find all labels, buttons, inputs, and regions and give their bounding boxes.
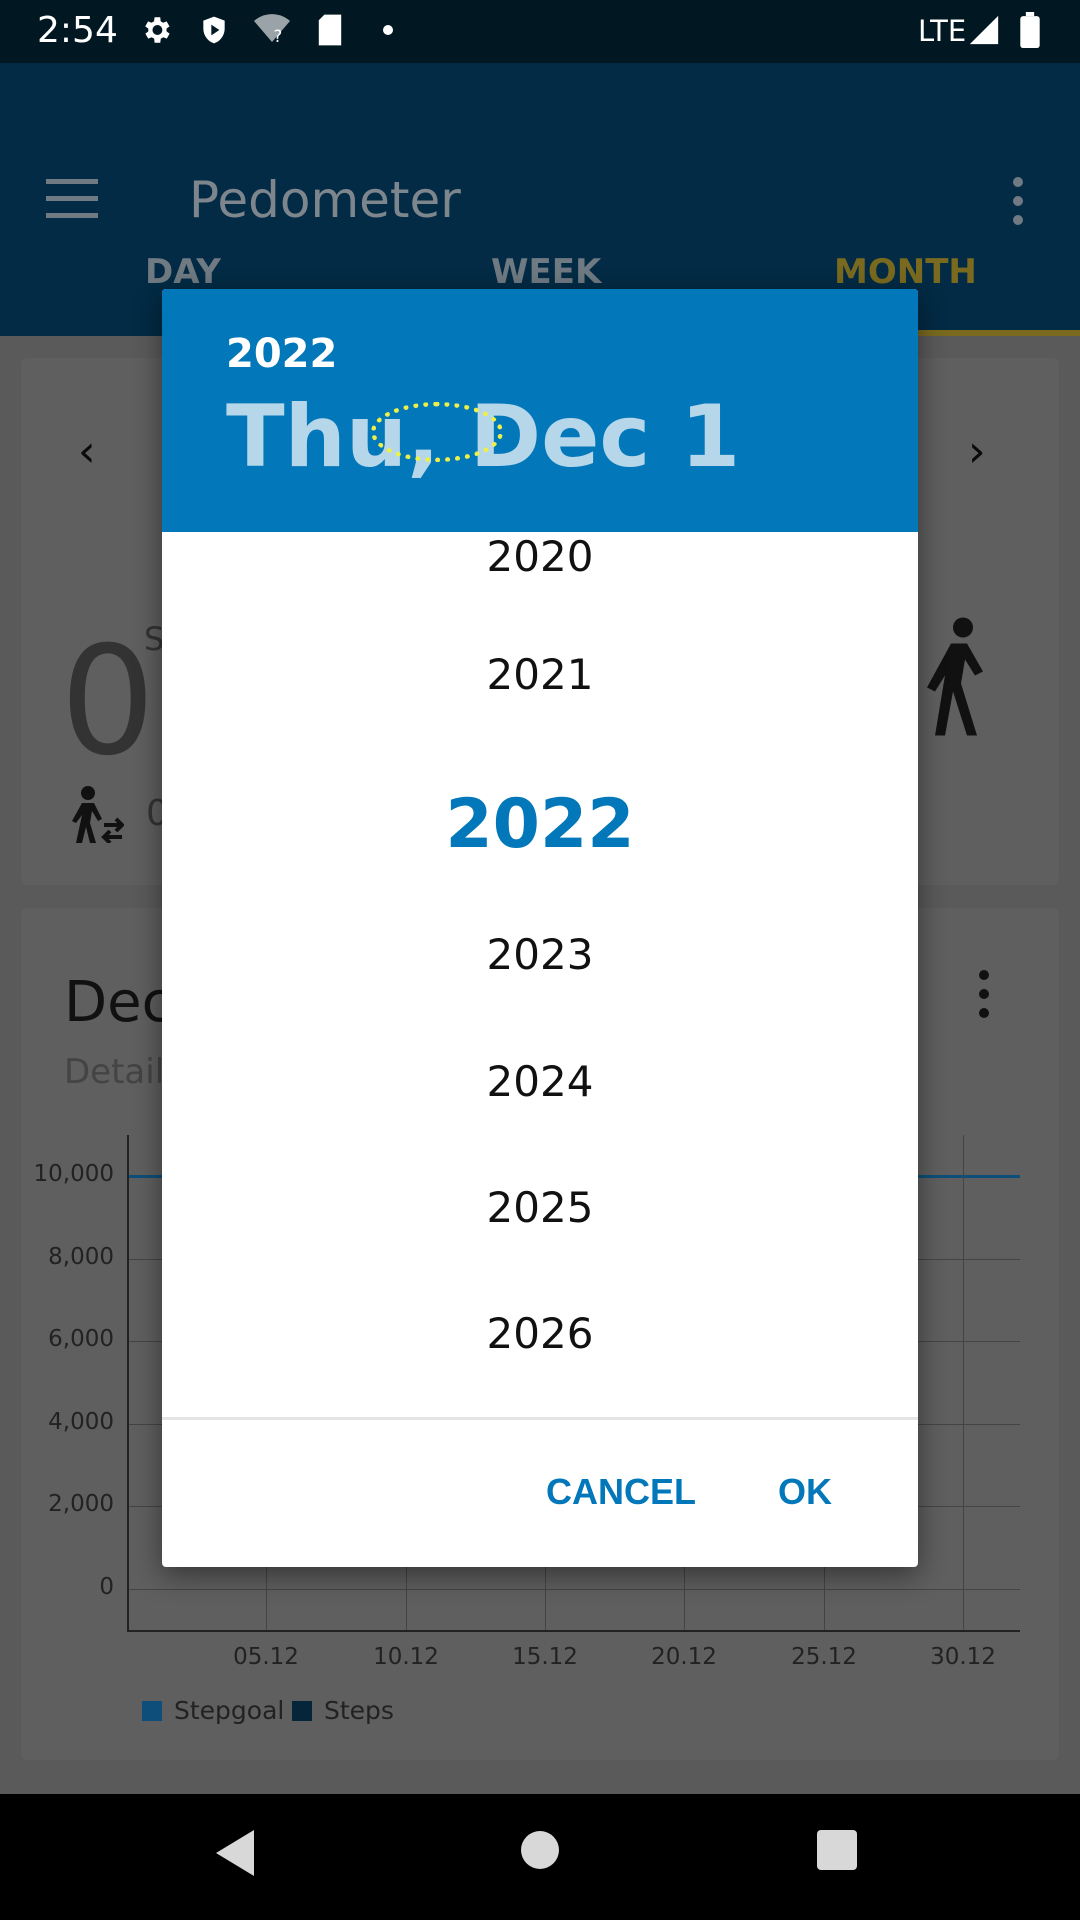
shield-icon (196, 12, 232, 48)
year-list[interactable]: 2020 2021 2022 2023 2024 2025 2026 (162, 532, 918, 1408)
year-item[interactable]: 2025 (162, 1183, 918, 1232)
status-bar: 2:54 ? LTE (0, 0, 1080, 63)
cancel-button[interactable]: CANCEL (546, 1471, 696, 1513)
header-year[interactable]: 2022 (226, 331, 337, 377)
year-item-selected[interactable]: 2022 (162, 785, 918, 864)
recents-icon[interactable] (817, 1830, 857, 1870)
wifi-unknown-icon: ? (254, 12, 290, 48)
dialog-divider (162, 1417, 918, 1420)
year-item[interactable]: 2023 (162, 930, 918, 979)
home-icon[interactable] (521, 1831, 559, 1869)
year-item[interactable]: 2021 (162, 650, 918, 699)
dialog-header: 2022 Thu, Dec 1 (162, 289, 918, 532)
sd-card-icon (312, 12, 348, 48)
year-item[interactable]: 2026 (162, 1309, 918, 1358)
network-type: LTE (918, 14, 967, 48)
year-item[interactable]: 2020 (162, 532, 918, 581)
navigation-bar (0, 1794, 1080, 1920)
dot-icon (370, 12, 406, 48)
gear-icon (138, 12, 174, 48)
touch-indicator (371, 402, 503, 462)
date-picker-dialog: 2022 Thu, Dec 1 2020 2021 2022 2023 2024 2025… (162, 289, 918, 1567)
year-item[interactable]: 2024 (162, 1057, 918, 1106)
signal-icon (966, 12, 1002, 48)
svg-text:?: ? (274, 27, 283, 46)
ok-button[interactable]: OK (778, 1471, 832, 1513)
status-time: 2:54 (37, 10, 118, 51)
back-icon[interactable] (216, 1830, 254, 1876)
battery-icon (1012, 12, 1048, 48)
